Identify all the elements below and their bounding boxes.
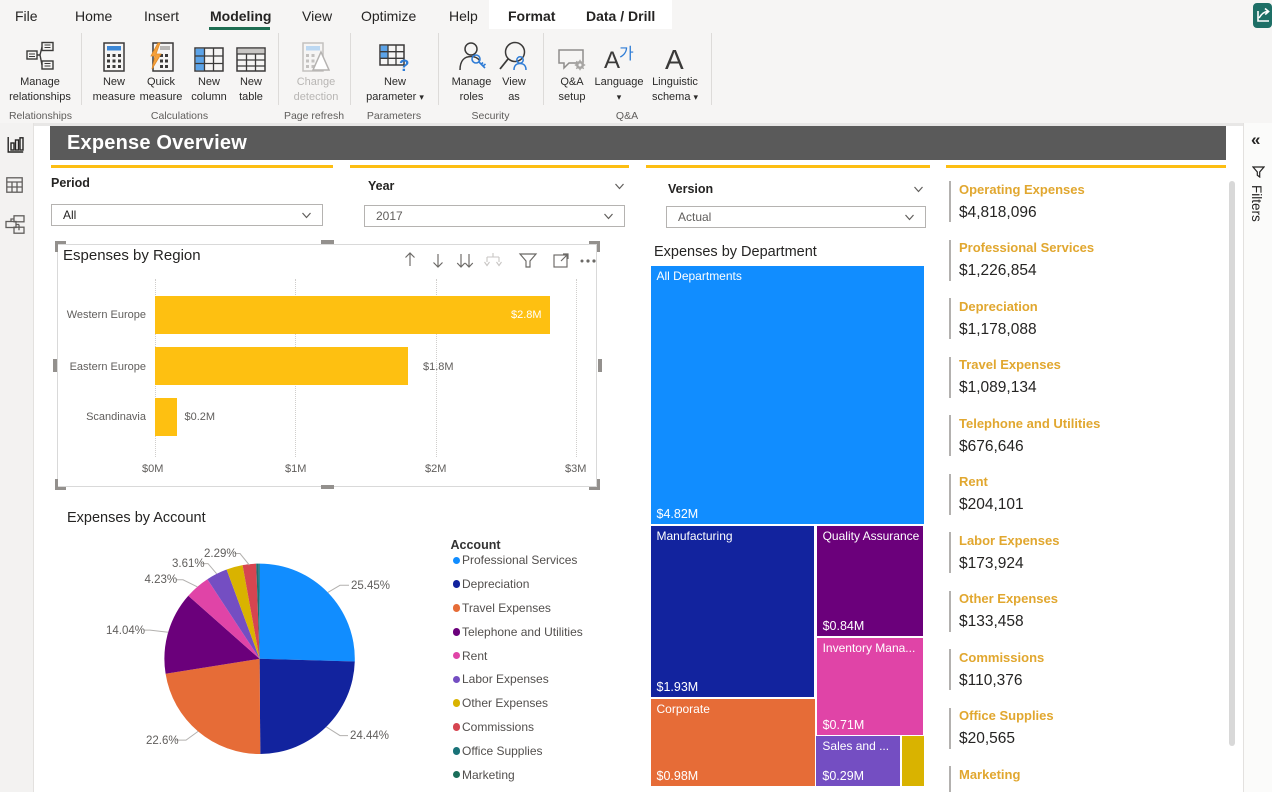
svg-text:?: ? — [399, 56, 409, 72]
svg-text:A: A — [604, 47, 620, 72]
svg-text:가: 가 — [619, 45, 634, 63]
svg-text:A: A — [665, 44, 684, 72]
